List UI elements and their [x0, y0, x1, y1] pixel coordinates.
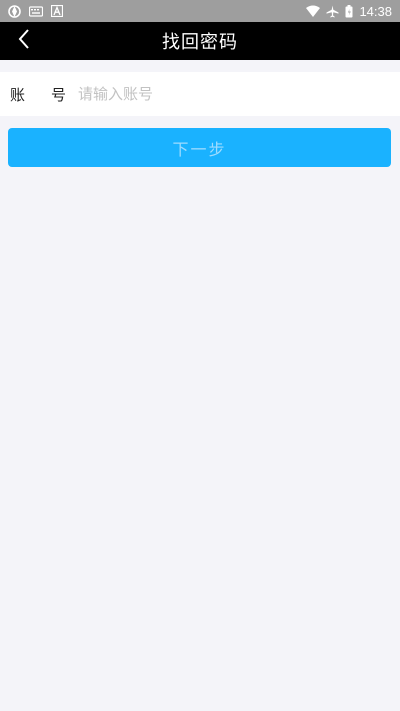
account-label: 账 号	[0, 84, 76, 105]
status-left-icons	[0, 4, 63, 18]
account-label-char-2: 号	[50, 85, 66, 104]
battery-icon	[345, 4, 353, 18]
chevron-left-icon	[17, 28, 31, 54]
keyboard-icon	[29, 5, 43, 17]
status-right-icons: 14:38	[306, 4, 400, 19]
account-input[interactable]	[76, 73, 390, 115]
page-title: 找回密码	[162, 32, 238, 53]
wifi-icon	[306, 5, 321, 17]
account-label-char-1: 账	[10, 85, 26, 104]
app-header: 找回密码	[0, 22, 400, 60]
next-step-button[interactable]: 下一步	[8, 128, 391, 167]
airplane-icon	[326, 5, 339, 18]
account-row: 账 号	[0, 72, 400, 116]
status-bar: 14:38	[0, 0, 400, 22]
status-time: 14:38	[359, 3, 392, 19]
aperture-icon	[8, 4, 21, 18]
back-button[interactable]	[6, 22, 42, 60]
a-badge-icon	[51, 5, 63, 17]
